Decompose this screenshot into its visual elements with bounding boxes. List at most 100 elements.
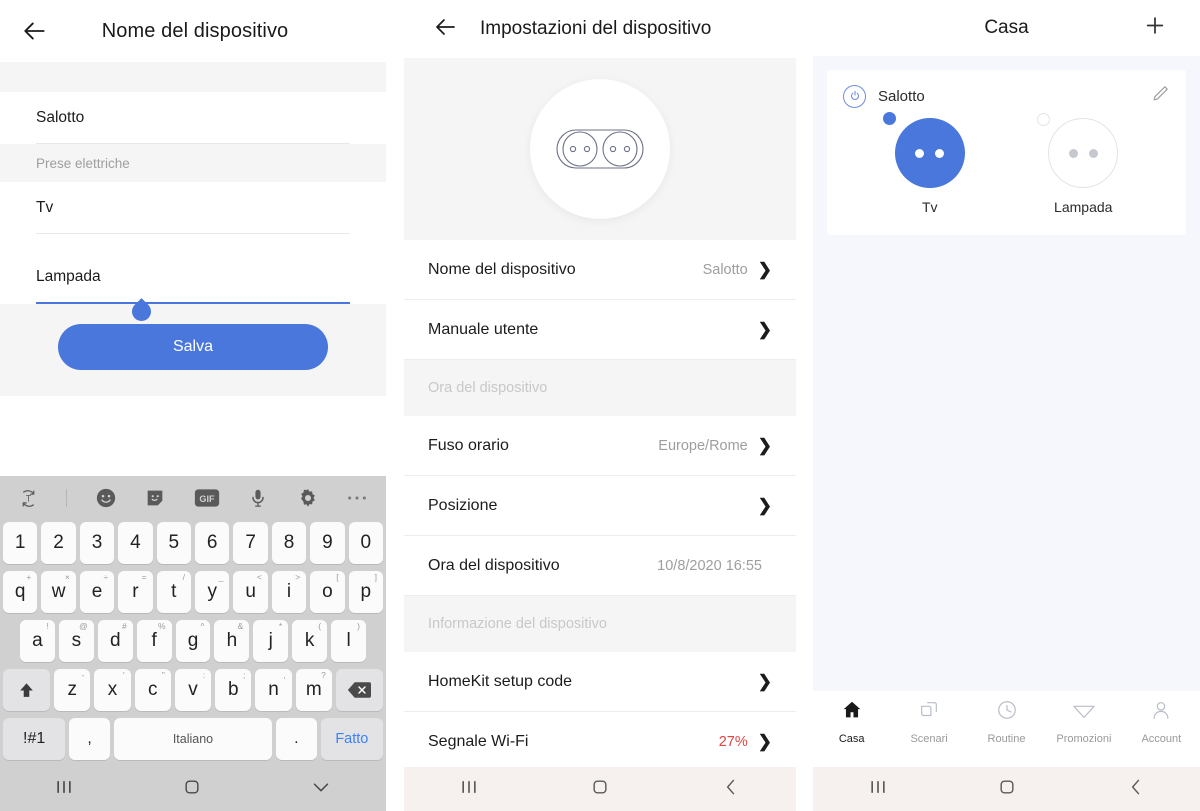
device-socket-icon[interactable] xyxy=(882,112,965,188)
socket2-name-input[interactable]: Lampada xyxy=(36,252,350,304)
key-5[interactable]: 5 xyxy=(156,522,191,564)
keyboard-row-zxcv: -z ' x " c :v ; b ,n ? m xyxy=(3,669,383,711)
key-4[interactable]: 4 xyxy=(118,522,153,564)
person-icon xyxy=(1150,699,1172,726)
key-a[interactable]: ! a xyxy=(20,620,55,662)
key-3[interactable]: 3 xyxy=(79,522,115,564)
back-icon[interactable] xyxy=(721,777,741,802)
home-icon[interactable] xyxy=(182,777,202,802)
key-u[interactable]: < u xyxy=(233,571,268,613)
settings-heading-device-time: Ora del dispositivo xyxy=(404,360,796,416)
pencil-icon[interactable] xyxy=(1151,84,1170,108)
settings-row-wifi-signal[interactable]: Segnale Wi-Fi 27% ❯ xyxy=(404,712,796,772)
key-z[interactable]: -z xyxy=(54,669,91,711)
microphone-icon[interactable] xyxy=(247,487,269,509)
key-y[interactable]: _ y xyxy=(195,571,230,613)
key-0[interactable]: 0 xyxy=(348,522,384,564)
settings-row-homekit-code[interactable]: HomeKit setup code ❯ xyxy=(404,652,796,712)
settings-row-user-manual[interactable]: Manuale utente ❯ xyxy=(404,300,796,360)
key-i[interactable]: > i xyxy=(271,571,307,613)
backspace-icon[interactable] xyxy=(335,669,383,711)
key-g[interactable]: ^ g xyxy=(175,620,211,662)
key-v[interactable]: :v xyxy=(174,669,212,711)
svg-text:T: T xyxy=(26,493,32,503)
shift-up-icon[interactable] xyxy=(3,669,51,711)
gear-icon[interactable] xyxy=(297,487,319,509)
key-l[interactable]: ) l xyxy=(331,620,367,662)
key-f[interactable]: % f xyxy=(136,620,172,662)
key-c[interactable]: " c xyxy=(134,669,171,711)
settings-row-position[interactable]: Posizione ❯ xyxy=(404,476,796,536)
key-8[interactable]: 8 xyxy=(271,522,307,564)
device-tile-tv[interactable]: Tv xyxy=(853,112,1007,215)
key-s[interactable]: @ s xyxy=(58,620,94,662)
key-r[interactable]: = r xyxy=(118,571,153,613)
home-icon[interactable] xyxy=(997,777,1017,802)
socket1-name-input[interactable]: Tv xyxy=(36,182,350,234)
room-name-value: Salotto xyxy=(36,108,85,126)
back-arrow-icon[interactable] xyxy=(434,15,458,44)
key-x[interactable]: ' x xyxy=(94,669,131,711)
device-image-area xyxy=(404,58,796,240)
key-n[interactable]: ,n xyxy=(255,669,292,711)
save-button[interactable]: Salva xyxy=(58,324,328,370)
row-label: HomeKit setup code xyxy=(428,672,573,690)
recents-icon[interactable] xyxy=(868,777,888,802)
key-6[interactable]: 6 xyxy=(195,522,230,564)
comma-key[interactable]: , xyxy=(69,718,110,760)
period-key[interactable]: . xyxy=(276,718,317,760)
key-q[interactable]: + q xyxy=(2,571,38,613)
back-arrow-icon[interactable] xyxy=(22,18,48,44)
sticker-icon[interactable] xyxy=(144,487,166,509)
key-e[interactable]: ÷ e xyxy=(79,571,115,613)
page-title: Casa xyxy=(984,17,1029,38)
emoji-icon[interactable] xyxy=(95,487,117,509)
key-p[interactable]: ] p xyxy=(348,571,384,613)
key-t[interactable]: / t xyxy=(156,571,191,613)
device-tile-lampada[interactable]: Lampada xyxy=(1007,113,1161,215)
key-1[interactable]: 1 xyxy=(2,522,38,564)
key-2[interactable]: 2 xyxy=(41,522,76,564)
settings-row-device-name[interactable]: Nome del dispositivo Salotto ❯ xyxy=(404,240,796,300)
tab-account[interactable]: Account xyxy=(1123,699,1200,745)
key-7[interactable]: 7 xyxy=(233,522,268,564)
key-9[interactable]: 9 xyxy=(310,522,345,564)
recents-icon[interactable] xyxy=(54,777,74,802)
back-icon[interactable] xyxy=(1126,777,1146,802)
key-w[interactable]: × w xyxy=(41,571,76,613)
tab-casa[interactable]: Casa xyxy=(813,699,890,745)
room-card-salotto[interactable]: Salotto Tv Lampada xyxy=(827,70,1186,235)
room-name: Salotto xyxy=(878,87,925,105)
chevron-right-icon: ❯ xyxy=(757,320,772,339)
field-group-room: Salotto xyxy=(0,92,386,144)
key-b[interactable]: ; b xyxy=(215,669,252,711)
key-m[interactable]: ? m xyxy=(295,669,332,711)
tab-routine[interactable]: Routine xyxy=(968,699,1045,745)
socket-hole xyxy=(935,148,945,158)
panel3-header: Casa xyxy=(813,0,1200,56)
gif-icon[interactable]: GIF xyxy=(194,488,220,508)
tab-promozioni[interactable]: Promozioni xyxy=(1045,699,1122,745)
plus-icon[interactable] xyxy=(1144,15,1166,42)
settings-row-timezone[interactable]: Fuso orario Europe/Rome ❯ xyxy=(404,416,796,476)
symbols-key[interactable]: !#1 xyxy=(3,718,66,760)
room-name-input[interactable]: Salotto xyxy=(36,92,350,144)
more-icon[interactable] xyxy=(346,494,368,502)
hide-keyboard-icon[interactable] xyxy=(310,776,332,803)
key-d[interactable]: # d xyxy=(97,620,133,662)
key-k[interactable]: (k xyxy=(292,620,328,662)
power-icon[interactable] xyxy=(843,84,866,108)
done-key[interactable]: Fatto xyxy=(320,718,383,760)
socket-hole xyxy=(1088,148,1098,158)
device-socket-icon[interactable] xyxy=(1037,113,1119,188)
svg-text:GIF: GIF xyxy=(199,494,215,504)
key-o[interactable]: [o xyxy=(310,571,345,613)
home-icon[interactable] xyxy=(590,777,610,802)
recents-icon[interactable] xyxy=(459,777,479,802)
key-h[interactable]: & h xyxy=(214,620,250,662)
tab-scenari[interactable]: Scenari xyxy=(890,699,967,745)
key-j[interactable]: * j xyxy=(253,620,289,662)
space-key[interactable]: Italiano xyxy=(113,718,273,760)
tab-label: Casa xyxy=(838,733,865,745)
translate-icon[interactable]: T xyxy=(18,488,39,509)
